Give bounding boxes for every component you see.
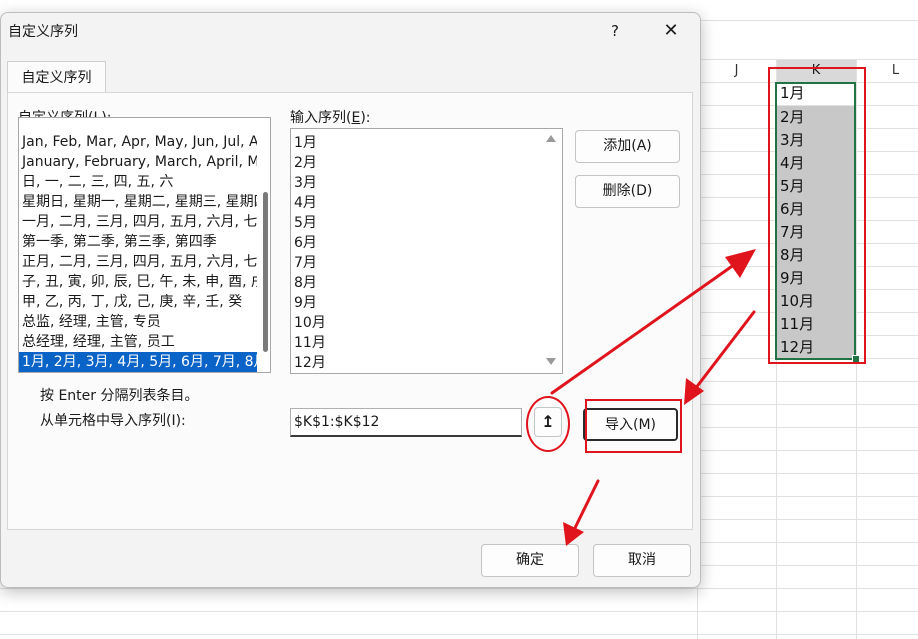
import-label: 从单元格中导入序列(I):	[40, 413, 186, 429]
entry-line: 2月	[294, 155, 317, 171]
entry-line: 11月	[294, 335, 326, 351]
gridline	[0, 588, 918, 589]
entry-line: 7月	[294, 255, 317, 271]
list-item[interactable]: January, February, March, April, May	[19, 152, 257, 172]
close-button[interactable]: ✕	[655, 17, 687, 45]
gridline	[0, 611, 918, 612]
tab-custom-lists[interactable]: 自定义序列	[7, 61, 106, 93]
dialog-title: 自定义序列	[8, 24, 78, 40]
list-item[interactable]: Jan, Feb, Mar, Apr, May, Jun, Jul, Aug	[19, 132, 257, 152]
scroll-down-arrow-icon[interactable]	[546, 358, 556, 365]
list-item[interactable]: 甲, 乙, 丙, 丁, 戊, 己, 庚, 辛, 壬, 癸	[19, 292, 257, 312]
list-item[interactable]: 正月, 二月, 三月, 四月, 五月, 六月, 七月	[19, 252, 257, 272]
list-entries-label: 输入序列(E):	[290, 110, 371, 126]
annotation-circle	[526, 396, 570, 452]
ok-button[interactable]: 确定	[481, 544, 579, 577]
delete-button[interactable]: 删除(D)	[575, 175, 680, 208]
annotation-box-range	[768, 67, 866, 364]
help-button[interactable]: ?	[599, 17, 631, 45]
scroll-up-arrow-icon[interactable]	[546, 135, 556, 142]
list-item[interactable]: 一月, 二月, 三月, 四月, 五月, 六月, 七月	[19, 212, 257, 232]
list-item[interactable]: 日, 一, 二, 三, 四, 五, 六	[19, 172, 257, 192]
add-button[interactable]: 添加(A)	[575, 130, 680, 163]
entry-line: 10月	[294, 315, 326, 331]
entry-line: 5月	[294, 215, 317, 231]
entry-line: 4月	[294, 195, 317, 211]
list-entries-textarea[interactable]: 1月 2月 3月 4月 5月 6月 7月 8月 9月 10月 11月 12月	[290, 128, 563, 374]
annotation-box-import	[585, 399, 682, 453]
column-header-j[interactable]: J	[697, 60, 776, 83]
enter-hint-text: 按 Enter 分隔列表条目。	[40, 388, 199, 404]
list-item[interactable]: 子, 丑, 寅, 卯, 辰, 巳, 午, 未, 申, 酉, 戌	[19, 272, 257, 292]
entry-line: 9月	[294, 295, 317, 311]
list-item[interactable]: 第一季, 第二季, 第三季, 第四季	[19, 232, 257, 252]
entry-line: 8月	[294, 275, 317, 291]
list-item[interactable]: 星期日, 星期一, 星期二, 星期三, 星期四	[19, 192, 257, 212]
list-item[interactable]: 总监, 经理, 主管, 专员	[19, 312, 257, 332]
listbox-scrollbar[interactable]	[261, 120, 269, 370]
list-item-selected[interactable]: 1月, 2月, 3月, 4月, 5月, 6月, 7月, 8月	[19, 352, 257, 372]
gridline	[0, 634, 918, 635]
entry-line: 12月	[294, 355, 326, 371]
scrollbar-thumb[interactable]	[263, 192, 268, 352]
entry-line: 6月	[294, 235, 317, 251]
list-item[interactable]: 总经理, 经理, 主管, 员工	[19, 332, 257, 352]
import-range-input[interactable]: $K$1:$K$12	[290, 408, 522, 437]
entry-line: 3月	[294, 175, 317, 191]
cancel-button[interactable]: 取消	[593, 544, 691, 577]
custom-lists-listbox[interactable]: Jan, Feb, Mar, Apr, May, Jun, Jul, Aug J…	[18, 117, 271, 373]
entry-line: 1月	[294, 135, 317, 151]
